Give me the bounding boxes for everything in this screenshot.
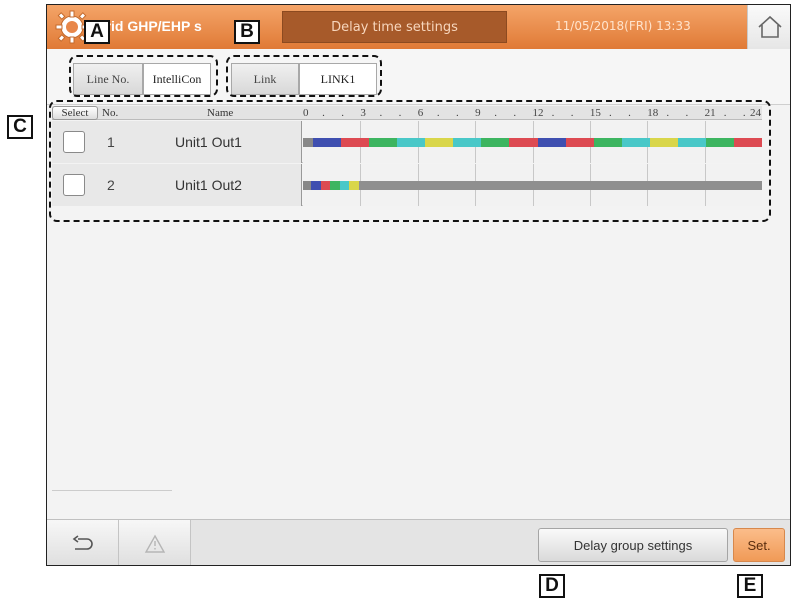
set-button[interactable]: Set.	[733, 528, 785, 562]
callout-d: D	[539, 574, 565, 598]
page-title: Delay time settings	[331, 19, 458, 35]
footer-bar: Delay group settings Set.	[47, 519, 790, 565]
delay-group-settings-button[interactable]: Delay group settings	[538, 528, 728, 562]
callout-c: C	[7, 115, 33, 139]
header-bar: brid GHP/EHP s Delay time settings 11/05…	[47, 5, 790, 49]
datetime-display: 11/05/2018(FRI) 13:33	[555, 19, 691, 33]
warning-icon	[144, 534, 165, 553]
callout-a-outline	[69, 55, 218, 97]
back-icon	[72, 535, 93, 550]
warning-button[interactable]	[119, 520, 191, 565]
callout-a: A	[84, 20, 110, 44]
back-button[interactable]	[47, 520, 119, 565]
callout-b: B	[234, 20, 260, 44]
page-title-box: Delay time settings	[282, 11, 507, 43]
home-button[interactable]	[747, 5, 790, 49]
divider	[52, 490, 172, 491]
callout-e: E	[737, 574, 763, 598]
home-icon	[758, 15, 782, 38]
callout-b-outline	[226, 55, 382, 97]
callout-c-outline	[49, 100, 771, 222]
app-title: brid GHP/EHP s	[97, 18, 202, 34]
